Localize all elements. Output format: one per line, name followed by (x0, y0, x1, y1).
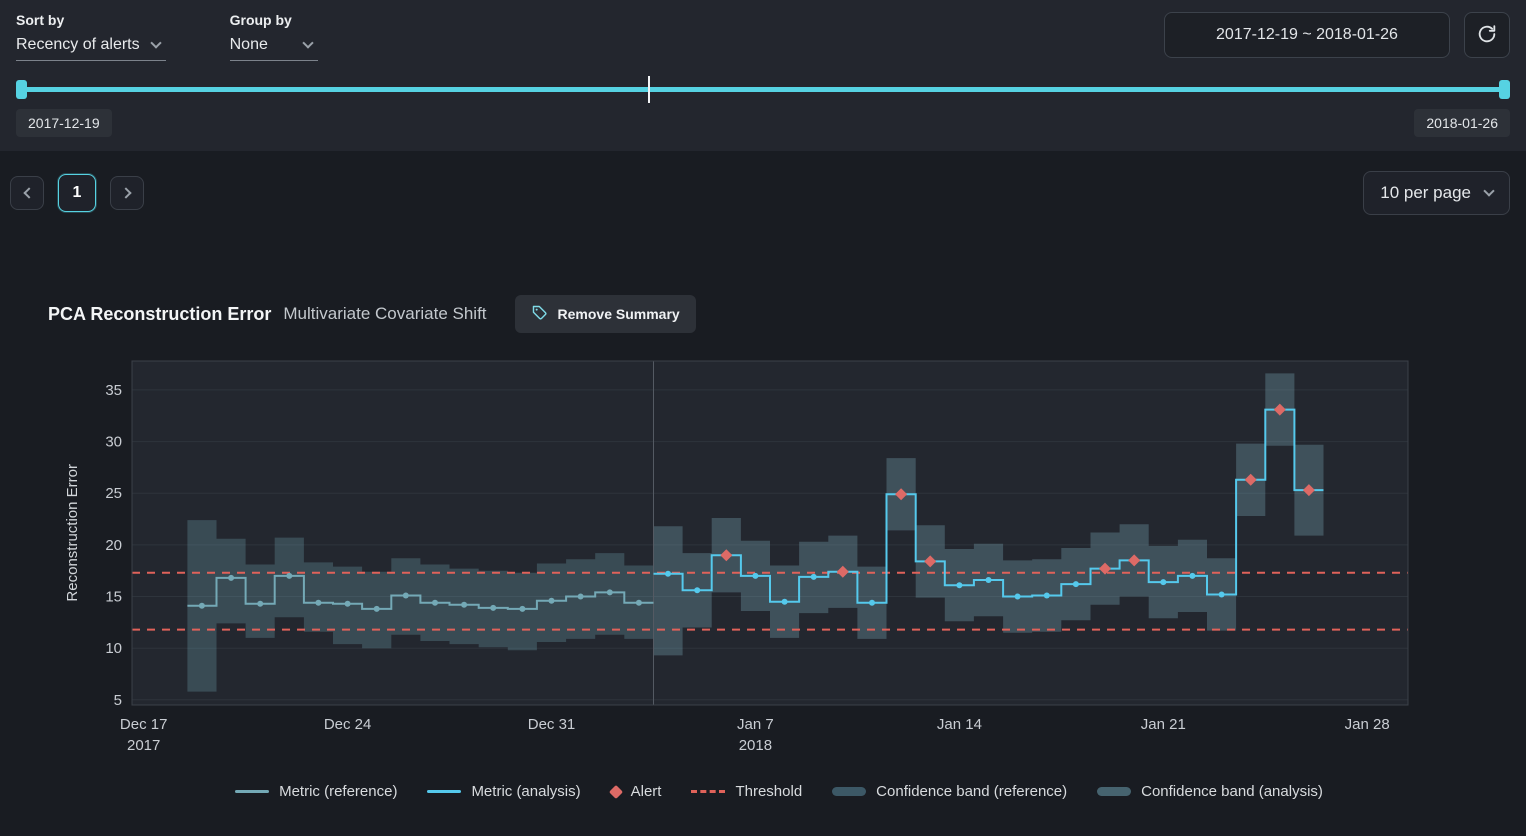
card-subtitle: Multivariate Covariate Shift (283, 304, 486, 324)
group-by-value: None (230, 36, 268, 54)
legend-swatch-band-analysis (1097, 787, 1131, 796)
legend-item-threshold[interactable]: Threshold (691, 783, 802, 800)
sort-by-group: Sort by Recency of alerts (16, 12, 166, 61)
filters-row: Sort by Recency of alerts Group by None … (16, 12, 1510, 61)
refresh-icon (1476, 23, 1498, 48)
slider-track[interactable] (16, 87, 1510, 92)
slider-start-date: 2017-12-19 (16, 109, 112, 137)
refresh-button[interactable] (1464, 12, 1510, 58)
card-title: PCA Reconstruction Error (48, 304, 271, 325)
svg-text:Dec 31: Dec 31 (528, 716, 576, 733)
svg-text:25: 25 (105, 485, 122, 502)
svg-text:20: 20 (105, 537, 122, 554)
slider-labels: 2017-12-19 2018-01-26 (16, 109, 1510, 137)
chart-legend: Metric (reference) Metric (analysis) Ale… (48, 783, 1510, 800)
pagination-row: 1 10 per page (0, 151, 1526, 215)
prev-page-button[interactable] (10, 176, 44, 210)
legend-item-metric-reference[interactable]: Metric (reference) (235, 783, 397, 800)
legend-item-band-analysis[interactable]: Confidence band (analysis) (1097, 783, 1323, 800)
legend-swatch-analysis (427, 790, 461, 793)
next-page-button[interactable] (110, 176, 144, 210)
per-page-value: 10 per page (1380, 183, 1471, 203)
legend-label: Metric (analysis) (471, 783, 580, 800)
svg-text:15: 15 (105, 589, 122, 606)
svg-text:10: 10 (105, 640, 122, 657)
svg-text:Jan 28: Jan 28 (1345, 716, 1390, 733)
remove-summary-button[interactable]: Remove Summary (515, 295, 696, 333)
chevron-down-icon (150, 37, 161, 48)
svg-text:Jan 21: Jan 21 (1141, 716, 1186, 733)
chevron-down-icon (1483, 185, 1494, 196)
date-range-slider (16, 79, 1510, 101)
sort-by-select[interactable]: Recency of alerts (16, 36, 166, 61)
slider-end-date: 2018-01-26 (1414, 109, 1510, 137)
page-1-button[interactable]: 1 (58, 174, 96, 212)
legend-label: Confidence band (reference) (876, 783, 1067, 800)
legend-label: Confidence band (analysis) (1141, 783, 1323, 800)
sort-by-label: Sort by (16, 12, 166, 28)
legend-item-alert[interactable]: Alert (611, 783, 662, 800)
chevron-right-icon (120, 187, 131, 198)
legend-item-metric-analysis[interactable]: Metric (analysis) (427, 783, 580, 800)
date-range-input[interactable]: 2017-12-19 ~ 2018-01-26 (1164, 12, 1450, 58)
remove-summary-label: Remove Summary (558, 306, 680, 322)
svg-text:2017: 2017 (127, 737, 160, 754)
group-by-label: Group by (230, 12, 318, 28)
slider-handle-start[interactable] (16, 80, 27, 99)
tag-icon (531, 304, 548, 324)
svg-text:Dec 24: Dec 24 (324, 716, 372, 733)
chart: Reconstruction Error 5 10 15 20 25 30 35 Dec 17… (48, 355, 1510, 755)
sort-by-value: Recency of alerts (16, 36, 140, 54)
legend-swatch-reference (235, 790, 269, 793)
svg-text:Jan 7: Jan 7 (737, 716, 774, 733)
per-page-select[interactable]: 10 per page (1363, 171, 1510, 215)
legend-swatch-threshold (691, 790, 725, 793)
svg-text:5: 5 (114, 692, 122, 709)
legend-swatch-alert (609, 784, 623, 798)
svg-text:30: 30 (105, 434, 122, 451)
group-by-group: Group by None (230, 12, 318, 61)
legend-swatch-band-reference (832, 787, 866, 796)
group-by-select[interactable]: None (230, 36, 318, 61)
slider-handle-end[interactable] (1499, 80, 1510, 99)
svg-text:35: 35 (105, 382, 122, 399)
svg-text:2018: 2018 (739, 737, 772, 754)
svg-text:Jan 14: Jan 14 (937, 716, 982, 733)
y-axis-label: Reconstruction Error (60, 355, 84, 711)
legend-item-band-reference[interactable]: Confidence band (reference) (832, 783, 1067, 800)
filters-panel: Sort by Recency of alerts Group by None … (0, 0, 1526, 151)
legend-label: Alert (631, 783, 662, 800)
summary-card: PCA Reconstruction Error Multivariate Co… (0, 295, 1526, 800)
legend-label: Metric (reference) (279, 783, 397, 800)
chart-svg: 5 10 15 20 25 30 35 Dec 17 2017 Dec 24 Dec 31 Jan 7… (84, 355, 1416, 755)
card-title-row: PCA Reconstruction Error Multivariate Co… (48, 295, 1510, 333)
chevron-left-icon (23, 187, 34, 198)
svg-text:Dec 17: Dec 17 (120, 716, 168, 733)
legend-label: Threshold (735, 783, 802, 800)
date-range-value: 2017-12-19 ~ 2018-01-26 (1216, 26, 1398, 44)
slider-marker (648, 76, 650, 103)
chevron-down-icon (302, 37, 313, 48)
